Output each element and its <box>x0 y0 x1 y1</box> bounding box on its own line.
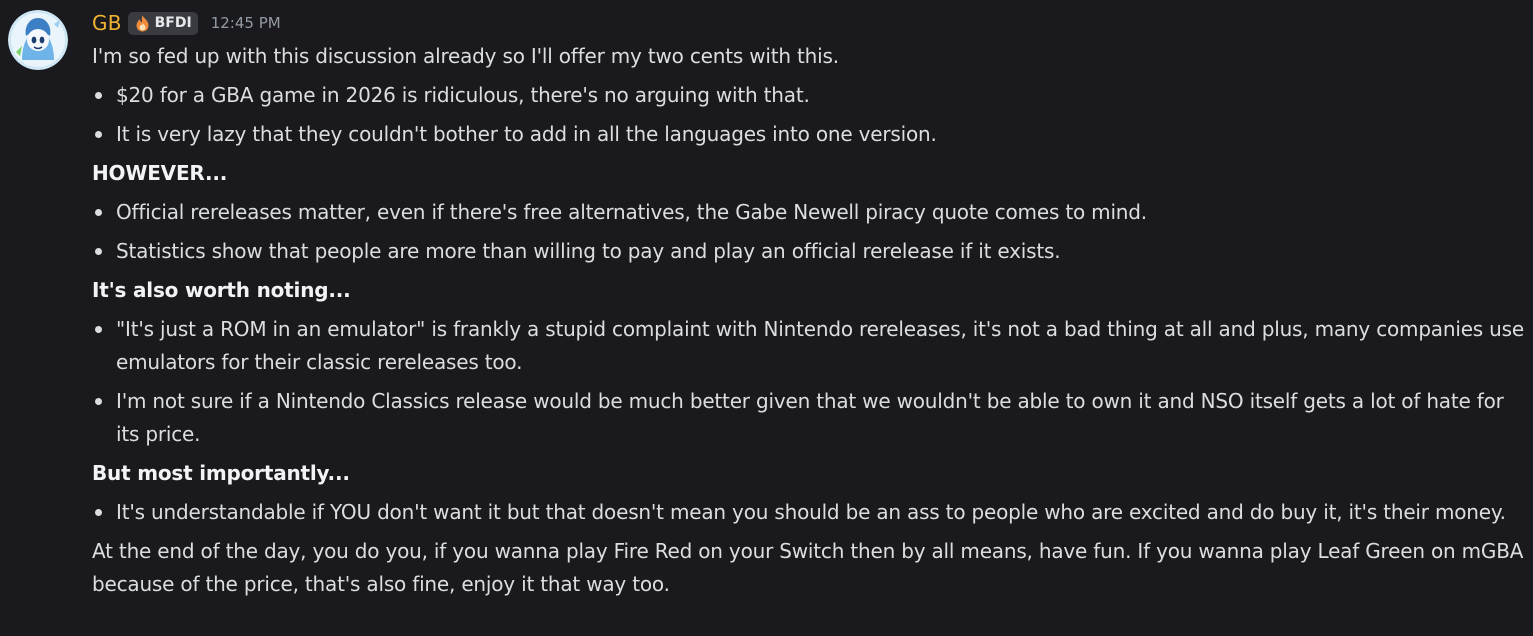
heading-however: HOWEVER... <box>92 161 228 185</box>
avatar-image <box>8 10 68 70</box>
server-tag[interactable]: BFDI <box>127 11 198 35</box>
server-tag-label: BFDI <box>154 15 192 31</box>
list-item: $20 for a GBA game in 2026 is ridiculous… <box>92 79 1524 112</box>
timestamp[interactable]: 12:45 PM <box>211 14 281 32</box>
username[interactable]: GB <box>92 11 122 35</box>
bullet-list-3: "It's just a ROM in an emulator" is fran… <box>92 313 1524 451</box>
fire-icon <box>133 14 152 33</box>
bullet-list-4: It's understandable if YOU don't want it… <box>92 496 1524 529</box>
message-intro: I'm so fed up with this discussion alrea… <box>92 44 839 68</box>
message-content: I'm so fed up with this discussion alrea… <box>92 40 1524 607</box>
heading-worth-noting: It's also worth noting... <box>92 278 351 302</box>
list-item: "It's just a ROM in an emulator" is fran… <box>92 313 1524 379</box>
list-item: Official rereleases matter, even if ther… <box>92 196 1524 229</box>
heading-most-importantly: But most importantly... <box>92 461 350 485</box>
avatar[interactable] <box>8 10 68 70</box>
bullet-list-1: $20 for a GBA game in 2026 is ridiculous… <box>92 79 1524 151</box>
message-header: GB BFDI 12:45 PM <box>92 9 281 37</box>
list-item: Statistics show that people are more tha… <box>92 235 1524 268</box>
list-item: I'm not sure if a Nintendo Classics rele… <box>92 385 1524 451</box>
list-item: It is very lazy that they couldn't bothe… <box>92 118 1524 151</box>
list-item: It's understandable if YOU don't want it… <box>92 496 1524 529</box>
bullet-list-2: Official rereleases matter, even if ther… <box>92 196 1524 268</box>
message-outro: At the end of the day, you do you, if yo… <box>92 539 1524 596</box>
